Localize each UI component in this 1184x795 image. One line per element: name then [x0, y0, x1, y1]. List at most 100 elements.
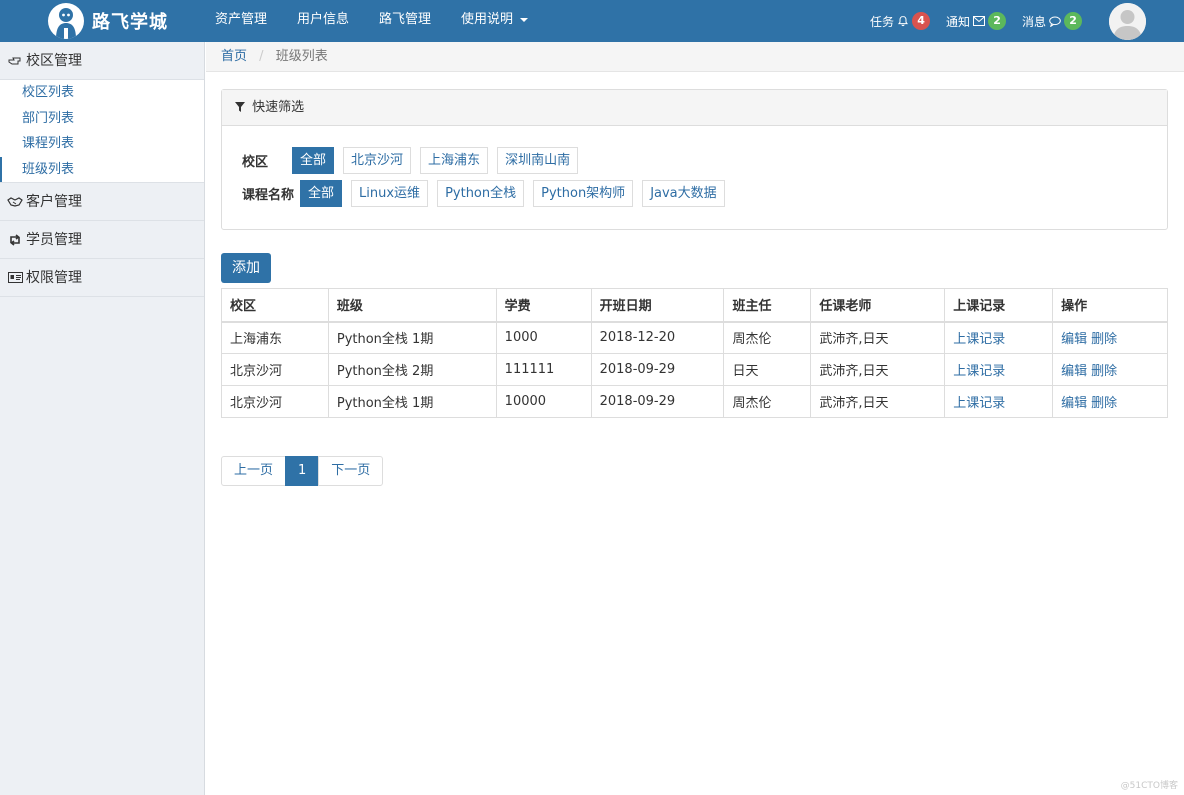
cell-actions: 编辑 删除	[1052, 321, 1168, 354]
course-filter-option[interactable]: Python架构师	[533, 180, 634, 207]
column-header: 开班日期	[590, 288, 725, 323]
sidebar-group-label: 客户管理	[26, 193, 82, 210]
menu-user-info[interactable]: 用户信息	[282, 0, 364, 42]
sidebar-group-student[interactable]: 学员管理	[0, 221, 204, 259]
sidebar-item-class-list[interactable]: 班级列表	[0, 156, 204, 182]
notices-label: 通知	[946, 14, 971, 29]
table-row: 上海浦东 Python全栈 1期 1000 2018-12-20 周杰伦 武沛齐…	[221, 321, 1168, 354]
column-header: 班主任	[723, 288, 812, 323]
sidebar-item-campus-list[interactable]: 校区列表	[0, 80, 204, 106]
cell-head-teacher: 周杰伦	[723, 385, 812, 418]
tasks-count-badge: 4	[912, 12, 931, 30]
table-header-row: 校区 班级 学费 开班日期 班主任 任课老师 上课记录 操作	[221, 288, 1168, 323]
column-header: 班级	[327, 288, 497, 323]
course-filter-option[interactable]: Java大数据	[642, 180, 725, 207]
sidebar-group-customer[interactable]: 客户管理	[0, 183, 204, 221]
comment-icon	[1049, 16, 1061, 27]
cell-start-date: 2018-09-29	[590, 353, 725, 386]
cell-actions: 编辑 删除	[1052, 385, 1168, 418]
main-menu: 资产管理 用户信息 路飞管理 使用说明	[200, 0, 543, 42]
course-filter-option[interactable]: Linux运维	[351, 180, 429, 207]
class-record-link[interactable]: 上课记录	[953, 396, 1005, 411]
messages-link[interactable]: 消息 2	[1022, 12, 1083, 30]
cell-campus: 北京沙河	[221, 353, 329, 386]
notices-link[interactable]: 通知 2	[946, 12, 1007, 30]
notices-count-badge: 2	[988, 12, 1007, 30]
menu-usage-dropdown[interactable]: 使用说明	[446, 0, 543, 42]
edit-link[interactable]: 编辑	[1061, 332, 1087, 347]
cell-fee: 111111	[495, 353, 592, 386]
sidebar-group-permission[interactable]: 权限管理	[0, 259, 204, 297]
retweet-icon	[6, 233, 24, 246]
sidebar-group-label: 学员管理	[26, 231, 82, 248]
pagination: 上一页 1 下一页	[221, 456, 384, 486]
column-header: 学费	[495, 288, 592, 323]
delete-link[interactable]: 删除	[1091, 396, 1117, 411]
table-row: 北京沙河 Python全栈 2期 111111 2018-09-29 日天 武沛…	[221, 353, 1168, 386]
caret-down-icon	[520, 17, 529, 22]
sidebar-group-campus[interactable]: 校区管理	[0, 42, 204, 80]
campus-filter-option[interactable]: 上海浦东	[420, 147, 489, 174]
tasks-link[interactable]: 任务 4	[870, 12, 931, 30]
breadcrumb-current: 班级列表	[275, 49, 328, 64]
edit-link[interactable]: 编辑	[1061, 364, 1087, 379]
user-avatar-icon	[1109, 3, 1146, 40]
class-record-link[interactable]: 上课记录	[953, 332, 1005, 347]
delete-link[interactable]: 删除	[1091, 364, 1117, 379]
cell-class: Python全栈 2期	[327, 353, 497, 386]
cell-start-date: 2018-12-20	[590, 321, 725, 354]
sidebar-group-label: 权限管理	[26, 269, 82, 286]
hand-point-icon	[6, 55, 24, 67]
watermark: @51CTO博客	[1120, 781, 1178, 791]
sidebar: 校区管理 校区列表 部门列表 课程列表 班级列表 客户管理 学员管理 权限管理	[0, 42, 205, 795]
cell-record: 上课记录	[944, 321, 1054, 354]
cell-class: Python全栈 1期	[327, 385, 497, 418]
nav-notifications: 任务 4 通知 2 消息 2	[870, 0, 1098, 42]
class-record-link[interactable]: 上课记录	[953, 364, 1005, 379]
cell-campus: 上海浦东	[221, 321, 329, 354]
cell-head-teacher: 周杰伦	[723, 321, 812, 354]
campus-filter-row: 校区 全部 北京沙河 上海浦东 深圳南山南	[242, 147, 587, 174]
course-filter-all[interactable]: 全部	[300, 180, 343, 207]
column-header: 上课记录	[944, 288, 1054, 323]
table-row: 北京沙河 Python全栈 1期 10000 2018-09-29 周杰伦 武沛…	[221, 385, 1168, 418]
column-header: 校区	[221, 288, 329, 323]
sidebar-group-label: 校区管理	[26, 52, 82, 69]
avatar[interactable]	[1109, 3, 1146, 40]
quick-filter-panel: 快速筛选 校区 全部 北京沙河 上海浦东 深圳南山南 课程名称 全部 Linux…	[221, 89, 1168, 230]
sidebar-item-course-list[interactable]: 课程列表	[0, 131, 204, 157]
cell-actions: 编辑 删除	[1052, 353, 1168, 386]
cell-record: 上课记录	[944, 353, 1054, 386]
handshake-icon	[6, 196, 24, 208]
cell-head-teacher: 日天	[723, 353, 812, 386]
cell-record: 上课记录	[944, 385, 1054, 418]
bell-icon	[898, 15, 908, 27]
campus-filter-option[interactable]: 深圳南山南	[497, 147, 579, 174]
menu-assets[interactable]: 资产管理	[200, 0, 282, 42]
sidebar-item-department-list[interactable]: 部门列表	[0, 106, 204, 132]
page-number-button[interactable]: 1	[285, 456, 320, 486]
student-mascot-icon	[48, 3, 84, 39]
cell-fee: 1000	[495, 321, 592, 354]
cell-teachers: 武沛齐,日天	[810, 321, 946, 354]
breadcrumb-separator: /	[259, 49, 264, 64]
next-page-button[interactable]: 下一页	[318, 456, 384, 486]
course-filter-option[interactable]: Python全栈	[437, 180, 525, 207]
edit-link[interactable]: 编辑	[1061, 396, 1087, 411]
add-button[interactable]: 添加	[221, 253, 271, 283]
quick-filter-title: 快速筛选	[252, 100, 305, 115]
usage-dropdown-label: 使用说明	[461, 12, 514, 27]
breadcrumb-home[interactable]: 首页	[221, 49, 247, 64]
campus-filter-all[interactable]: 全部	[292, 147, 335, 174]
course-filter-row: 课程名称 全部 Linux运维 Python全栈 Python架构师 Java大…	[242, 180, 734, 207]
top-navbar: 路飞学城 资产管理 用户信息 路飞管理 使用说明 任务 4 通知 2 消息 2	[0, 0, 1184, 42]
messages-count-badge: 2	[1064, 12, 1083, 30]
delete-link[interactable]: 删除	[1091, 332, 1117, 347]
brand[interactable]: 路飞学城	[48, 3, 168, 39]
campus-filter-option[interactable]: 北京沙河	[343, 147, 412, 174]
menu-luffy-admin[interactable]: 路飞管理	[364, 0, 446, 42]
cell-fee: 10000	[495, 385, 592, 418]
prev-page-button[interactable]: 上一页	[221, 456, 287, 486]
column-header: 任课老师	[810, 288, 946, 323]
cell-start-date: 2018-09-29	[590, 385, 725, 418]
